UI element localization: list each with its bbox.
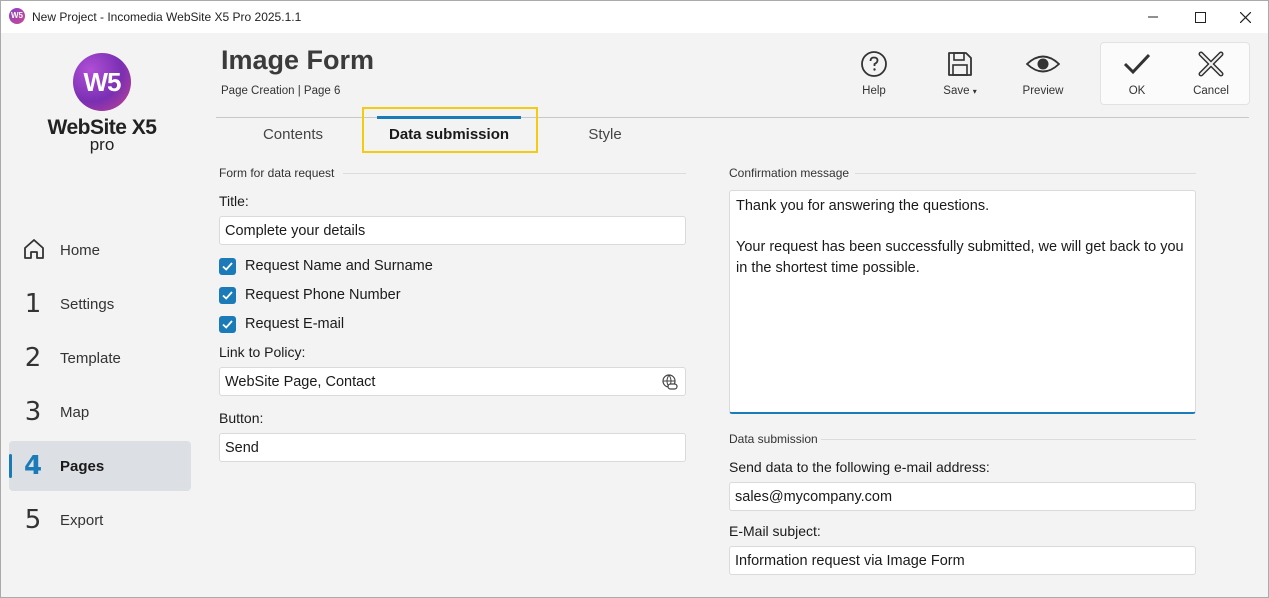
checkmark-icon <box>222 262 233 271</box>
ok-button[interactable]: OK <box>1102 47 1172 103</box>
nav-label: Pages <box>60 458 105 475</box>
save-button[interactable]: Save ▾ <box>925 47 995 103</box>
checkmark-icon <box>222 291 233 300</box>
close-button[interactable] <box>1222 1 1268 33</box>
button-text-field[interactable]: Send <box>219 433 686 462</box>
nav-item-export[interactable]: 5 Export <box>9 495 191 545</box>
page-title: Image Form <box>221 45 375 75</box>
nav-number: 3 <box>24 397 42 427</box>
email-address-field[interactable]: sales@mycompany.com <box>729 482 1196 511</box>
policy-link-value: WebSite Page, Contact <box>225 374 376 390</box>
email-subject-field[interactable]: Information request via Image Form <box>729 546 1196 575</box>
checkbox-phone[interactable] <box>219 287 236 304</box>
checkbox-name-surname[interactable] <box>219 258 236 275</box>
button-label: Button: <box>219 410 264 426</box>
eye-icon <box>1008 47 1078 81</box>
section-title: Data submission <box>729 432 818 446</box>
checkbox-email[interactable] <box>219 316 236 333</box>
nav-item-pages[interactable]: 4 Pages <box>9 441 191 491</box>
nav-number: 5 <box>24 505 42 535</box>
preview-label: Preview <box>1022 85 1064 97</box>
close-icon <box>1239 11 1251 23</box>
nav-number: 2 <box>24 343 42 373</box>
section-title: Confirmation message <box>729 166 850 180</box>
preview-button[interactable]: Preview <box>1008 47 1078 103</box>
policy-link-field[interactable]: WebSite Page, Contact <box>219 367 686 396</box>
minimize-icon <box>1148 16 1158 18</box>
save-label: Save <box>943 85 970 97</box>
tab-style[interactable]: Style <box>555 119 655 151</box>
help-label: Help <box>862 85 886 97</box>
logo-edition: pro <box>89 135 115 154</box>
policy-label: Link to Policy: <box>219 344 306 360</box>
nav-label: Home <box>60 242 101 259</box>
nav-label: Settings <box>60 296 115 313</box>
nav-item-home[interactable]: Home <box>9 225 191 275</box>
maximize-icon <box>1194 11 1206 23</box>
section-data-submission: Data submission <box>729 432 1196 446</box>
save-icon <box>925 47 995 81</box>
checkmark-icon <box>222 320 233 329</box>
cancel-x-icon <box>1176 47 1246 81</box>
email-subject-label: E-Mail subject: <box>729 523 821 539</box>
ok-label: OK <box>1128 85 1146 97</box>
logo-mark: W5 <box>73 53 131 111</box>
window-title: New Project - Incomedia WebSite X5 Pro 2… <box>32 10 302 24</box>
nav-label: Export <box>60 512 104 529</box>
nav-number: 4 <box>23 451 43 481</box>
title-label: Title: <box>219 193 249 209</box>
help-button[interactable]: Help <box>839 47 909 103</box>
maximize-button[interactable] <box>1177 1 1223 33</box>
section-title: Form for data request <box>219 166 335 180</box>
email-address-label: Send data to the following e-mail addres… <box>729 459 990 475</box>
section-form-data-request: Form for data request <box>219 166 686 180</box>
chevron-down-icon: ▾ <box>972 87 977 96</box>
help-icon <box>839 47 909 81</box>
title-bar: W5 New Project - Incomedia WebSite X5 Pr… <box>1 1 1268 33</box>
checkmark-icon <box>1102 47 1172 81</box>
nav-number: 1 <box>24 289 42 319</box>
tab-contents[interactable]: Contents <box>233 119 353 151</box>
tab-highlight-frame <box>362 107 538 153</box>
section-confirmation: Confirmation message <box>729 166 1196 180</box>
cancel-label: Cancel <box>1193 85 1229 97</box>
nav-item-settings[interactable]: 1 Settings <box>9 279 191 329</box>
app-window: W5 New Project - Incomedia WebSite X5 Pr… <box>0 0 1269 598</box>
confirmation-message-textarea[interactable]: Thank you for answering the questions. Y… <box>729 190 1196 414</box>
nav-label: Template <box>60 350 121 367</box>
app-icon: W5 <box>9 8 25 24</box>
link-icon[interactable] <box>661 374 678 394</box>
minimize-button[interactable] <box>1130 1 1176 33</box>
checkbox-label: Request Phone Number <box>245 287 401 303</box>
checkbox-label: Request E-mail <box>245 316 345 332</box>
nav-item-template[interactable]: 2 Template <box>9 333 191 383</box>
home-icon <box>22 237 44 268</box>
title-field[interactable]: Complete your details <box>219 216 686 245</box>
checkbox-label: Request Name and Surname <box>245 258 433 274</box>
nav-label: Map <box>60 404 90 421</box>
nav-item-map[interactable]: 3 Map <box>9 387 191 437</box>
cancel-button[interactable]: Cancel <box>1176 47 1246 103</box>
breadcrumb: Page Creation | Page 6 <box>221 85 341 97</box>
